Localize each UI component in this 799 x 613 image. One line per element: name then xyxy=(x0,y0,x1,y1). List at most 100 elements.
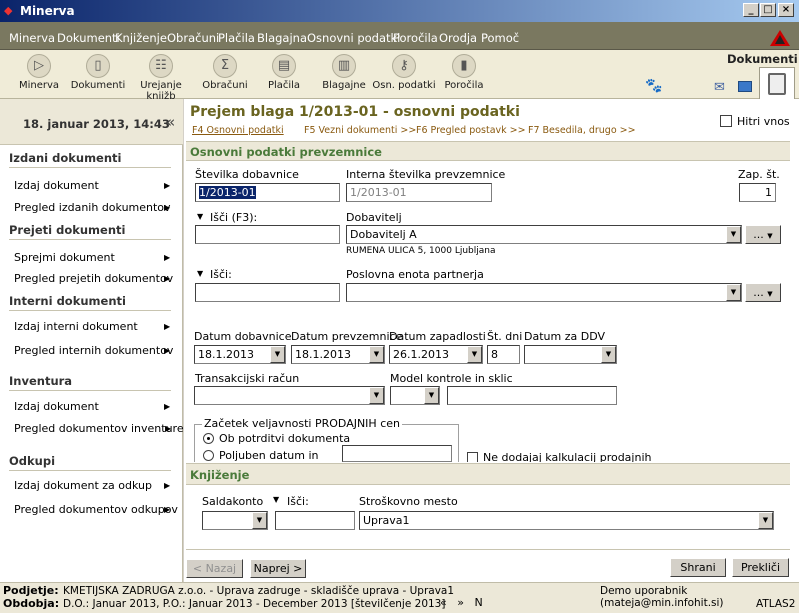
isci-input[interactable] xyxy=(195,283,340,302)
chevron-down-icon: ▼ xyxy=(252,512,267,529)
card-icon[interactable] xyxy=(738,81,752,92)
prev-button[interactable]: < Nazaj xyxy=(186,559,243,578)
chevron-right-icon: ▶ xyxy=(164,203,171,212)
menu-knjizenje[interactable]: Knjiženje xyxy=(115,31,167,45)
dokumenti-tab[interactable] xyxy=(759,67,795,99)
zap-label: Zap. št. xyxy=(738,168,780,181)
nav-izdaj-odkup[interactable]: Izdaj dokument za odkup xyxy=(14,479,152,492)
sklic-input[interactable] xyxy=(447,386,617,405)
menu-orodja[interactable]: Orodja xyxy=(439,31,477,45)
nav-izdaj-dokument[interactable]: Izdaj dokument xyxy=(14,179,99,192)
cashbook-icon: ▥ xyxy=(332,54,356,78)
menu-dokumenti[interactable]: Dokumenti xyxy=(57,31,120,45)
save-button[interactable]: Shrani xyxy=(670,558,726,577)
datetime: 18. januar 2013, 14:43 xyxy=(23,117,170,131)
st-dni-label: Št. dni xyxy=(487,330,523,343)
quick-entry-label: Hitri vnos xyxy=(737,115,790,128)
divider xyxy=(186,549,790,550)
logo-icon xyxy=(770,30,790,46)
dobavitelj-more-button[interactable]: ... ▼ xyxy=(745,225,781,244)
podjetje-value: KMETIJSKA ZADRUGA z.o.o. - Uprava zadrug… xyxy=(63,585,455,597)
datum-dob-select[interactable]: 18.1.2013 ▼ xyxy=(194,345,286,364)
chevron-right-icon: ▶ xyxy=(164,253,171,262)
tab-osnovni[interactable]: F4 Osnovni podatki xyxy=(192,125,284,136)
nav-izdaj-interni[interactable]: Izdaj interni dokument xyxy=(14,320,138,333)
strosek-select[interactable]: Uprava1 ▼ xyxy=(359,511,774,530)
dobavitelj-address: RUMENA ULICA 5, 1000 Ljubljana xyxy=(346,246,496,256)
poslovna-more-button[interactable]: ... ▼ xyxy=(745,283,781,302)
menu-placila[interactable]: Plačila xyxy=(218,31,255,45)
dobavitelj-select[interactable]: Dobavitelj A ▼ xyxy=(346,225,742,244)
stevilka-label: Številka dobavnice xyxy=(195,168,299,181)
chevron-down-icon: ▼ xyxy=(726,284,741,301)
poljuben-datum-input[interactable] xyxy=(342,445,452,462)
trr-select[interactable]: ▼ xyxy=(194,386,385,405)
group-title: Začetek veljavnosti PRODAJNIH cen xyxy=(202,417,402,430)
nav-pregled-izdanih[interactable]: Pregled izdanih dokumentov xyxy=(14,201,171,214)
isci-f3-input[interactable] xyxy=(195,225,340,244)
datum-prev-select[interactable]: 18.1.2013 ▼ xyxy=(291,345,385,364)
section-header: Knjiženje xyxy=(186,463,790,485)
toolbar-urejanje-button[interactable]: ☷ Urejanje knjižb xyxy=(126,52,196,102)
datum-zap-select[interactable]: 26.1.2013 ▼ xyxy=(389,345,483,364)
chevron-right-icon: ▶ xyxy=(164,346,171,355)
dropdown-arrow-icon[interactable]: ▼ xyxy=(197,269,203,278)
paw-icon[interactable]: 🐾 xyxy=(645,78,662,94)
obdobja-label: Obdobja: xyxy=(3,597,60,610)
model-select[interactable]: ▼ xyxy=(390,386,440,405)
chevron-right-icon: ▶ xyxy=(164,402,171,411)
chart-icon: ▮ xyxy=(452,54,476,78)
menu-pomoc[interactable]: Pomoč xyxy=(481,31,519,45)
nav-pregled-inventure[interactable]: Pregled dokumentov inventure xyxy=(14,422,184,435)
poslovna-select[interactable]: ▼ xyxy=(346,283,742,302)
no-calc-checkbox[interactable] xyxy=(467,452,478,462)
radio-poljuben-label: Poljuben datum in čas xyxy=(219,449,319,462)
nav-sprejmi-dokument[interactable]: Sprejmi dokument xyxy=(14,251,115,264)
saldakonto-select[interactable]: ▼ xyxy=(202,511,268,530)
radio-poljuben[interactable] xyxy=(203,450,214,461)
toolbar-porocila-button[interactable]: ▮ Poročila xyxy=(429,52,499,98)
cancel-button[interactable]: Prekliči xyxy=(732,558,789,577)
mail-icon[interactable]: ✉ xyxy=(714,80,725,95)
close-button[interactable]: × xyxy=(778,3,794,17)
menu-obracuni[interactable]: Obračuni xyxy=(167,31,219,45)
collapse-button[interactable]: « xyxy=(166,113,175,131)
interna-input[interactable]: 1/2013-01 xyxy=(346,183,492,202)
play-icon: ▷ xyxy=(27,54,51,78)
chevron-down-icon: ▼ xyxy=(726,226,741,243)
menu-osnovni-podatki[interactable]: Osnovni podatki xyxy=(307,31,400,45)
nav-pregled-odkupov[interactable]: Pregled dokumentov odkupov xyxy=(14,503,178,516)
interna-label: Interna številka prevzemnice xyxy=(346,168,506,181)
chevron-down-icon: ▼ xyxy=(369,346,384,363)
tab-besedila[interactable]: F7 Besedila, drugo >> xyxy=(528,125,636,136)
divider xyxy=(9,390,171,391)
minimize-button[interactable]: _ xyxy=(743,3,759,17)
st-dni-input[interactable]: 8 xyxy=(487,345,520,364)
divider xyxy=(9,167,171,168)
nav-pregled-internih[interactable]: Pregled internih dokumentov xyxy=(14,344,173,357)
page-title: Prejem blaga 1/2013-01 - osnovni podatki xyxy=(190,104,520,120)
next-button[interactable]: Naprej > xyxy=(250,559,306,578)
isci2-input[interactable] xyxy=(275,511,355,530)
menu-porocila[interactable]: Poročila xyxy=(393,31,438,45)
radio-ob-potrditvi[interactable] xyxy=(203,433,214,444)
tab-vezni[interactable]: F5 Vezni dokumenti >> xyxy=(304,125,416,136)
stevilka-input[interactable]: 1/2013-01 xyxy=(195,183,340,202)
dropdown-arrow-icon[interactable]: ▼ xyxy=(197,212,203,221)
toolbar-dokumenti-button[interactable]: ▯ Dokumenti xyxy=(63,52,133,98)
chevron-right-icon: ▶ xyxy=(164,322,171,331)
menu-blagajna[interactable]: Blagajna xyxy=(257,31,307,45)
nav-pregled-prejetih[interactable]: Pregled prejetih dokumentov xyxy=(14,272,173,285)
tab-pregled-postavk[interactable]: F6 Pregled postavk >> xyxy=(416,125,526,136)
nav-izdaj-inventura[interactable]: Izdaj dokument xyxy=(14,400,99,413)
datum-ddv-select[interactable]: ▼ xyxy=(524,345,617,364)
period-nav[interactable]: « » N xyxy=(440,596,483,609)
saldakonto-label: Saldakonto xyxy=(202,495,264,508)
chevron-down-icon: ▼ xyxy=(270,346,285,363)
dropdown-arrow-icon[interactable]: ▼ xyxy=(273,495,279,504)
maximize-button[interactable]: □ xyxy=(760,3,776,17)
menu-minerva[interactable]: Minerva xyxy=(9,31,55,45)
chevron-right-icon: ▶ xyxy=(164,481,171,490)
quick-entry-checkbox[interactable] xyxy=(720,115,732,127)
zap-input[interactable]: 1 xyxy=(739,183,776,202)
